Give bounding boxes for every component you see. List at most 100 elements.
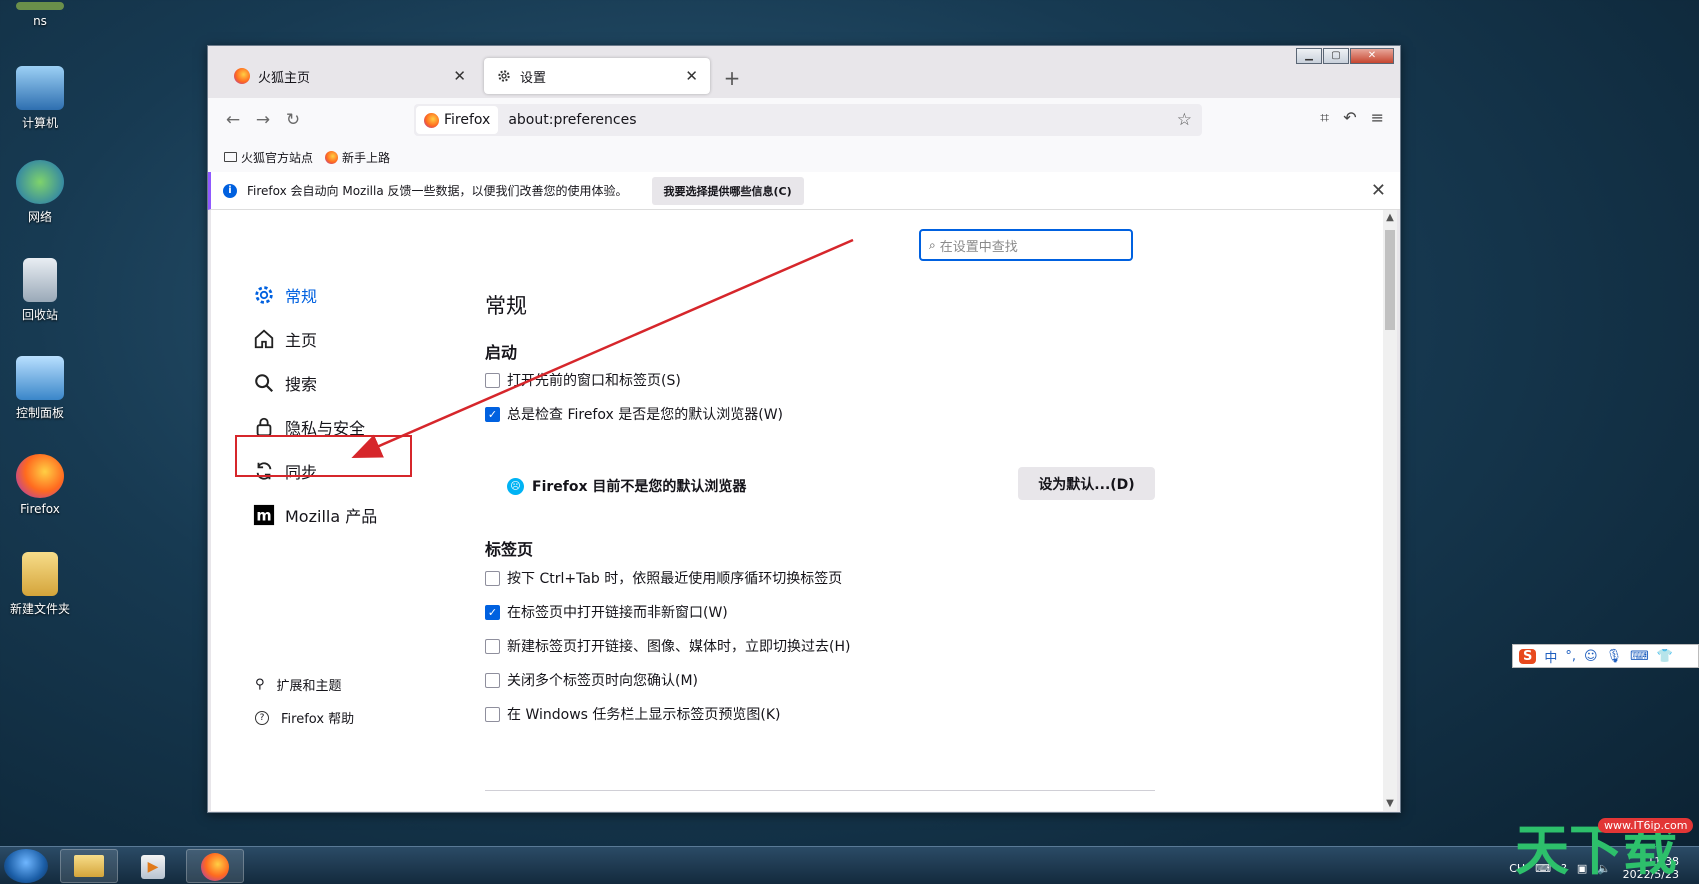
desktop-icon-control-panel[interactable]: 控制面板 bbox=[4, 356, 76, 421]
desktop-icon-network[interactable]: 网络 bbox=[4, 160, 76, 225]
gear-icon bbox=[255, 286, 273, 304]
undo-icon[interactable]: ↶ bbox=[1343, 108, 1356, 128]
identity-label: Firefox bbox=[444, 112, 491, 128]
desktop-icon-new-folder[interactable]: 新建文件夹 bbox=[4, 552, 76, 617]
desktop-icon-recycle-bin[interactable]: 回收站 bbox=[4, 258, 76, 323]
close-icon[interactable]: ✕ bbox=[1371, 180, 1386, 201]
keyboard-icon[interactable]: ⌨ bbox=[1630, 649, 1649, 664]
firefox-icon bbox=[234, 68, 250, 84]
desktop-icon-ns[interactable]: ns bbox=[4, 2, 76, 28]
desktop-icon-computer[interactable]: 计算机 bbox=[4, 66, 76, 131]
punctuation-icon[interactable]: °, bbox=[1565, 649, 1576, 664]
section-heading-tabs: 标签页 bbox=[485, 540, 534, 559]
bookmark-star-icon[interactable]: ☆ bbox=[1177, 110, 1192, 130]
url-text[interactable]: about:preferences bbox=[508, 112, 636, 128]
toolbar-right: ⌗ ↶ ≡ bbox=[1320, 108, 1384, 128]
start-button[interactable] bbox=[4, 849, 48, 883]
desktop-icon-firefox[interactable]: Firefox bbox=[4, 454, 76, 516]
sidebar-link-label: 扩展和主题 bbox=[276, 679, 342, 694]
svg-text:m: m bbox=[256, 508, 271, 525]
vertical-scrollbar[interactable]: ▲ ▼ bbox=[1383, 210, 1397, 811]
taskbar-explorer[interactable] bbox=[60, 849, 118, 883]
skin-icon[interactable]: 👕 bbox=[1657, 649, 1673, 664]
checkbox-label: 关闭多个标签页时向您确认(M) bbox=[507, 673, 699, 689]
checkbox-label: 总是检查 Firefox 是否是您的默认浏览器(W) bbox=[507, 407, 784, 423]
checkbox[interactable] bbox=[485, 638, 500, 654]
mozilla-icon: m bbox=[253, 504, 275, 526]
sidebar-item-home[interactable]: 主页 bbox=[253, 324, 413, 354]
tab-bar: 火狐主页 ✕ 设置 ✕ + bbox=[208, 54, 1400, 98]
firefox-icon bbox=[16, 454, 64, 498]
section-heading-startup: 启动 bbox=[485, 343, 518, 362]
sidebar-link-extensions[interactable]: ⚲ 扩展和主题 bbox=[255, 675, 342, 694]
home-icon bbox=[254, 329, 274, 349]
scroll-up-icon[interactable]: ▲ bbox=[1383, 212, 1397, 223]
checkbox-checked[interactable]: ✓ bbox=[485, 406, 500, 422]
checkbox-label: 按下 Ctrl+Tab 时，依照最近使用顺序循环切换标签页 bbox=[507, 571, 843, 587]
bookmark-label: 新手上路 bbox=[342, 150, 391, 165]
new-tab-button[interactable]: + bbox=[718, 66, 746, 90]
scroll-down-icon[interactable]: ▼ bbox=[1383, 798, 1397, 809]
search-icon bbox=[255, 374, 274, 393]
firefox-icon bbox=[201, 853, 229, 881]
taskbar-media-player[interactable]: ▶ bbox=[124, 849, 182, 883]
checkbox-switch-to-new-tab[interactable]: 新建标签页打开链接、图像、媒体时，立即切换过去(H) bbox=[485, 636, 850, 656]
notice-text: Firefox 会自动向 Mozilla 反馈一些数据，以便我们改善您的使用体验… bbox=[247, 184, 628, 198]
bookmark-official-site[interactable]: 火狐官方站点 bbox=[224, 149, 313, 166]
checkbox-checked[interactable]: ✓ bbox=[485, 604, 500, 620]
checkbox-ctrl-tab[interactable]: 按下 Ctrl+Tab 时，依照最近使用顺序循环切换标签页 bbox=[485, 568, 842, 588]
close-icon[interactable]: ✕ bbox=[453, 67, 466, 85]
crop-icon[interactable]: ⌗ bbox=[1320, 108, 1329, 128]
checkbox[interactable] bbox=[485, 570, 500, 586]
sad-face-icon: ☹ bbox=[507, 477, 524, 495]
navigation-toolbar: ← → ↻ Firefox about:preferences ☆ ⌗ ↶ ≡ bbox=[208, 98, 1400, 142]
checkbox[interactable] bbox=[485, 372, 500, 388]
settings-search-input[interactable]: ⌕ 在设置中查找 bbox=[919, 229, 1133, 261]
emoji-icon[interactable]: ☺ bbox=[1584, 649, 1598, 664]
sidebar-item-mozilla-products[interactable]: m Mozilla 产品 bbox=[253, 500, 413, 530]
info-icon: i bbox=[223, 183, 237, 198]
bookmark-label: 火狐官方站点 bbox=[241, 150, 314, 165]
ime-toolbar: S 中 °, ☺ 🎙 ⌨ 👕 bbox=[1512, 644, 1699, 668]
control-panel-icon bbox=[16, 356, 64, 400]
checkbox-taskbar-previews[interactable]: 在 Windows 任务栏上显示标签页预览图(K) bbox=[485, 704, 781, 724]
menu-icon[interactable]: ≡ bbox=[1371, 108, 1384, 128]
checkbox-label: 在 Windows 任务栏上显示标签页预览图(K) bbox=[507, 707, 781, 723]
tab-label: 设置 bbox=[520, 70, 547, 86]
scrollbar-thumb[interactable] bbox=[1385, 230, 1395, 330]
tab-firefox-home[interactable]: 火狐主页 ✕ bbox=[222, 58, 478, 94]
identity-box[interactable]: Firefox bbox=[416, 106, 499, 134]
sidebar-link-help[interactable]: ? Firefox 帮助 bbox=[255, 708, 354, 727]
set-default-button[interactable]: 设为默认...(D) bbox=[1018, 467, 1155, 500]
sidebar-item-search[interactable]: 搜索 bbox=[253, 368, 413, 398]
folder-icon bbox=[224, 152, 237, 162]
microphone-icon[interactable]: 🎙 bbox=[1606, 649, 1623, 664]
sidebar-item-general[interactable]: 常规 bbox=[253, 280, 413, 310]
checkbox-open-links-in-tabs[interactable]: ✓ 在标签页中打开链接而非新窗口(W) bbox=[485, 602, 728, 622]
checkbox-confirm-close-tabs[interactable]: 关闭多个标签页时向您确认(M) bbox=[485, 670, 698, 690]
desktop-icon-label: 网络 bbox=[27, 210, 52, 224]
sogou-logo-icon[interactable]: S bbox=[1519, 648, 1537, 664]
taskbar: ▶ CH ⌨ ? ▣ 🔈 11:38 2022/5/23 bbox=[0, 846, 1699, 884]
url-bar[interactable]: Firefox about:preferences ☆ bbox=[414, 104, 1202, 136]
checkbox[interactable] bbox=[485, 706, 500, 722]
page-title: 常规 bbox=[485, 294, 527, 318]
ime-mode[interactable]: 中 bbox=[1544, 647, 1557, 666]
tab-settings[interactable]: 设置 ✕ bbox=[484, 58, 710, 94]
checkbox[interactable] bbox=[485, 672, 500, 688]
reload-icon[interactable]: ↻ bbox=[278, 110, 308, 130]
checkbox-check-default[interactable]: ✓ 总是检查 Firefox 是否是您的默认浏览器(W) bbox=[485, 404, 783, 424]
forward-icon[interactable]: → bbox=[248, 110, 278, 130]
close-icon[interactable]: ✕ bbox=[685, 67, 698, 85]
back-icon[interactable]: ← bbox=[218, 110, 248, 130]
folder-icon bbox=[74, 855, 104, 877]
network-icon bbox=[16, 160, 64, 204]
checkbox-restore-session[interactable]: 打开先前的窗口和标签页(S) bbox=[485, 370, 681, 390]
sidebar-item-label: 常规 bbox=[285, 287, 318, 306]
checkbox-label: 在标签页中打开链接而非新窗口(W) bbox=[507, 605, 728, 621]
choose-data-button[interactable]: 我要选择提供哪些信息(C) bbox=[651, 176, 804, 205]
bookmark-getting-started[interactable]: 新手上路 bbox=[325, 149, 390, 166]
taskbar-firefox[interactable] bbox=[186, 849, 244, 883]
desktop-icon-label: Firefox bbox=[20, 502, 60, 516]
settings-content: ⌕ 在设置中查找 常规 主页 搜索 隐私与安全 同步 m Mozilla 产品 … bbox=[211, 210, 1385, 811]
